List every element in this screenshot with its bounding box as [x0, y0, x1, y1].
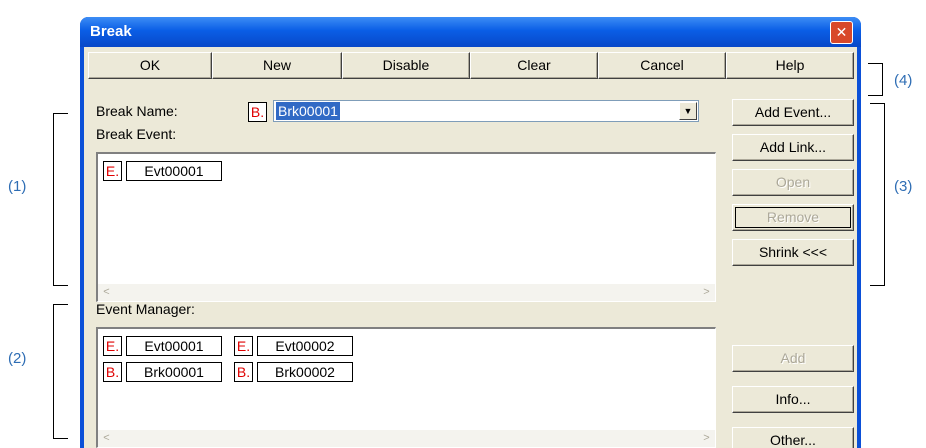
scroll-left-icon[interactable]: <	[99, 285, 114, 299]
callout-2: (2)	[8, 350, 27, 367]
break-dialog: Break ✕ OK New Disable Clear Cancel Help…	[80, 17, 861, 448]
callout-3: (3)	[894, 178, 913, 195]
horizontal-scrollbar[interactable]: < >	[98, 430, 715, 447]
list-item[interactable]: Brk00002	[257, 362, 353, 382]
scroll-left-icon[interactable]: <	[99, 431, 114, 445]
callout-4: (4)	[894, 72, 913, 89]
cancel-button[interactable]: Cancel	[598, 52, 726, 79]
list-item[interactable]: Brk00001	[126, 362, 222, 382]
break-name-label: Break Name:	[96, 103, 178, 119]
list-item[interactable]: Evt00001	[126, 336, 222, 356]
event-manager-list[interactable]: E. Evt00001 E. Evt00002 B. Brk00001 B. B…	[96, 327, 716, 448]
break-name-combo[interactable]: Brk00001 ▼	[273, 100, 699, 122]
callout-bracket-4	[868, 63, 883, 96]
shrink-button[interactable]: Shrink <<<	[732, 239, 854, 266]
callout-1: (1)	[8, 178, 27, 195]
break-name-icon: B.	[248, 102, 267, 122]
scroll-right-icon[interactable]: >	[699, 431, 714, 445]
open-button[interactable]: Open	[732, 169, 854, 196]
callout-bracket-3	[870, 103, 885, 286]
scroll-right-icon[interactable]: >	[699, 285, 714, 299]
other-button[interactable]: Other...	[732, 427, 854, 448]
break-name-value[interactable]: Brk00001	[276, 102, 340, 120]
new-button[interactable]: New	[212, 52, 342, 79]
event-icon: E.	[103, 161, 122, 181]
break-event-label: Break Event:	[96, 126, 177, 142]
callout-bracket-1	[53, 113, 68, 286]
dialog-client-area: OK New Disable Clear Cancel Help Break N…	[84, 47, 857, 448]
list-item[interactable]: Evt00002	[257, 336, 353, 356]
event-icon: E.	[234, 336, 253, 356]
event-icon: E.	[103, 336, 122, 356]
dropdown-arrow-icon[interactable]: ▼	[679, 102, 697, 120]
ok-button[interactable]: OK	[88, 52, 212, 79]
help-button[interactable]: Help	[726, 52, 854, 79]
disable-button[interactable]: Disable	[342, 52, 470, 79]
window-title: Break	[90, 23, 132, 40]
close-icon[interactable]: ✕	[830, 21, 853, 44]
info-button[interactable]: Info...	[732, 386, 854, 413]
horizontal-scrollbar[interactable]: < >	[98, 284, 715, 301]
event-manager-label: Event Manager:	[96, 301, 195, 317]
list-item[interactable]: Evt00001	[126, 161, 222, 181]
add-link-button[interactable]: Add Link...	[732, 134, 854, 161]
add-button[interactable]: Add	[732, 345, 854, 372]
break-event-list[interactable]: E. Evt00001 < >	[96, 152, 716, 302]
title-bar[interactable]: Break ✕	[80, 17, 861, 47]
remove-button[interactable]: Remove	[732, 204, 854, 231]
break-icon: B.	[103, 362, 122, 382]
break-icon: B.	[234, 362, 253, 382]
clear-button[interactable]: Clear	[470, 52, 598, 79]
add-event-button[interactable]: Add Event...	[732, 99, 854, 126]
callout-bracket-2	[53, 304, 68, 439]
